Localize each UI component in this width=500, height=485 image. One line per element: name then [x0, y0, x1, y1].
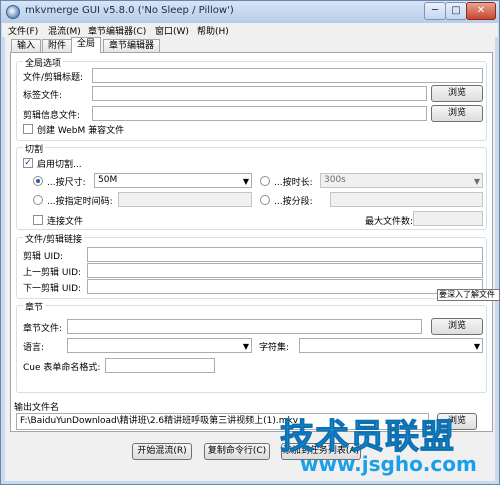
- split-time-select[interactable]: 300s ▼: [320, 173, 483, 188]
- split-by-timecodes-label: ...按指定时间码:: [47, 197, 113, 207]
- segment-info-label: 剪辑信息文件:: [23, 111, 81, 121]
- file-title-label: 文件/剪辑标题:: [23, 73, 84, 83]
- output-title: 输出文件名: [14, 403, 60, 413]
- chapters-title: 章节: [23, 300, 46, 313]
- menu-help[interactable]: 帮助(H): [197, 24, 229, 37]
- tags-file-label: 标签文件:: [23, 91, 63, 101]
- link-files-label: 连接文件: [47, 217, 84, 227]
- chevron-down-icon: ▼: [242, 342, 249, 351]
- webm-label: 创建 WebM 兼容文件: [37, 126, 125, 136]
- title-bar[interactable]: mkvmerge GUI v5.8.0 ('No Sleep / Pillow'…: [1, 1, 499, 23]
- menu-bar: 文件(F) 混流(M) 章节编辑器(C) 窗口(W) 帮助(H): [2, 23, 498, 37]
- close-button[interactable]: ✕: [466, 2, 496, 20]
- chevron-down-icon: ▼: [473, 342, 480, 351]
- split-by-parts-radio[interactable]: [260, 195, 270, 205]
- menu-mux[interactable]: 混流(M): [48, 24, 81, 37]
- enable-split-label: 启用切割...: [37, 160, 82, 170]
- enable-split-checkbox[interactable]: ✓: [23, 158, 33, 168]
- copy-command-button[interactable]: 复制命令行(C): [204, 443, 270, 460]
- tooltip: 要深入了解文件: [437, 289, 500, 301]
- global-options-group: 全局选项 文件/剪辑标题: 标签文件: 浏览 剪辑信息文件: 浏览 创建 Web…: [16, 56, 487, 141]
- segment-uid-label: 剪辑 UID:: [23, 252, 64, 262]
- tab-input[interactable]: 输入: [11, 39, 42, 53]
- split-title: 切割: [23, 142, 46, 155]
- cue-name-format-label: Cue 表单命名格式:: [23, 363, 101, 373]
- split-by-parts-label: ...按分段:: [274, 197, 313, 207]
- split-by-time-label: ...按时长:: [274, 178, 313, 188]
- max-files-label: 最大文件数:: [365, 217, 414, 227]
- link-files-checkbox[interactable]: [33, 215, 43, 225]
- menu-file[interactable]: 文件(F): [8, 24, 38, 37]
- tags-file-input[interactable]: [92, 86, 427, 101]
- minimize-button[interactable]: ─: [424, 2, 446, 20]
- menu-window[interactable]: 窗口(W): [155, 24, 189, 37]
- app-icon: [6, 5, 20, 19]
- split-timecodes-input[interactable]: [118, 192, 252, 207]
- next-uid-input[interactable]: [87, 279, 483, 294]
- split-size-select[interactable]: 50M ▼: [94, 173, 252, 188]
- start-mux-button[interactable]: 开始混流(R): [132, 443, 192, 460]
- global-tab-panel: 全局选项 文件/剪辑标题: 标签文件: 浏览 剪辑信息文件: 浏览 创建 Web…: [10, 52, 493, 432]
- watermark-url: www.jsgho.com: [300, 452, 477, 476]
- max-files-input[interactable]: [413, 211, 483, 226]
- global-options-title: 全局选项: [23, 56, 64, 69]
- linking-group: 文件/剪辑链接 剪辑 UID: 上一剪辑 UID: 下一剪辑 UID:: [16, 232, 487, 299]
- cue-name-format-input[interactable]: [105, 358, 215, 373]
- chapter-file-label: 章节文件:: [23, 324, 63, 334]
- chevron-down-icon: ▼: [242, 177, 249, 186]
- next-uid-label: 下一剪辑 UID:: [23, 284, 82, 294]
- language-select[interactable]: ▼: [67, 338, 252, 353]
- tags-browse-button[interactable]: 浏览: [431, 85, 483, 102]
- chapter-file-input[interactable]: [67, 319, 422, 334]
- maximize-button[interactable]: □: [445, 2, 467, 20]
- split-by-time-radio[interactable]: [260, 176, 270, 186]
- chapters-group: 章节 章节文件: 浏览 语言: ▼ 字符集: ▼ Cue 表单命名格式:: [16, 300, 487, 393]
- split-size-value: 50M: [98, 175, 118, 185]
- watermark-logo: 技术员联盟: [280, 417, 455, 458]
- split-group: 切割 ✓ 启用切割... ...按尺寸: 50M ▼ ...按时长: 300s …: [16, 142, 487, 230]
- chapter-browse-button[interactable]: 浏览: [431, 318, 483, 335]
- menu-chapter-editor[interactable]: 章节编辑器(C): [88, 24, 146, 37]
- split-parts-input[interactable]: [330, 192, 483, 207]
- segment-info-input[interactable]: [92, 106, 427, 121]
- prev-uid-input[interactable]: [87, 263, 483, 278]
- charset-select[interactable]: ▼: [299, 338, 483, 353]
- segment-uid-input[interactable]: [87, 247, 483, 262]
- prev-uid-label: 上一剪辑 UID:: [23, 268, 82, 278]
- split-time-value: 300s: [324, 175, 346, 185]
- language-label: 语言:: [23, 343, 45, 353]
- chevron-down-icon: ▼: [473, 177, 480, 186]
- tab-chapter-editor[interactable]: 章节编辑器: [103, 39, 161, 53]
- tab-global[interactable]: 全局: [71, 37, 102, 53]
- split-by-timecodes-radio[interactable]: [33, 195, 43, 205]
- split-by-size-label: ...按尺寸:: [47, 178, 86, 188]
- segment-info-browse-button[interactable]: 浏览: [431, 105, 483, 122]
- window-title: mkvmerge GUI v5.8.0 ('No Sleep / Pillow'…: [25, 5, 234, 16]
- linking-title: 文件/剪辑链接: [23, 232, 85, 245]
- charset-label: 字符集:: [259, 343, 290, 353]
- split-by-size-radio[interactable]: [33, 176, 43, 186]
- file-title-input[interactable]: [92, 68, 483, 83]
- tab-attachments[interactable]: 附件: [42, 39, 73, 53]
- webm-checkbox[interactable]: [23, 124, 33, 134]
